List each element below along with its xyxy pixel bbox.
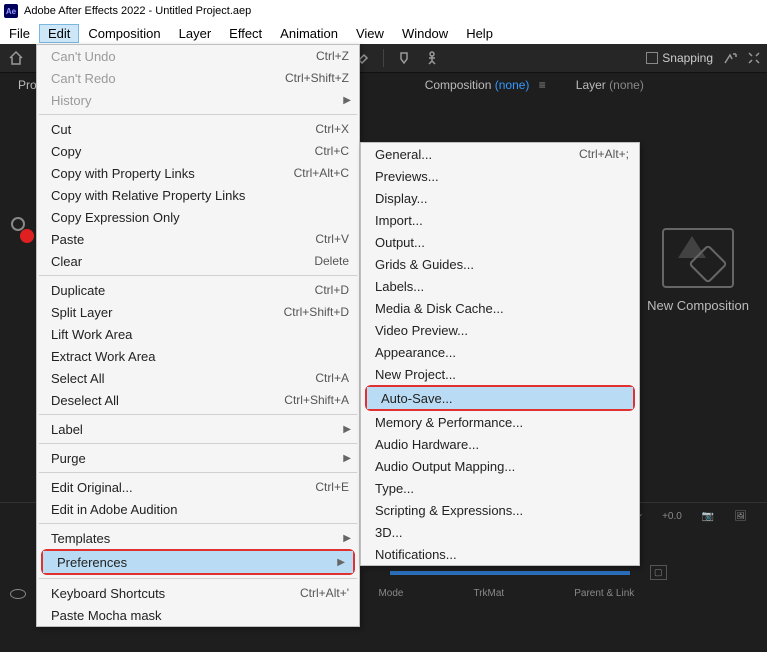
snap-edge-icon[interactable] <box>723 51 737 65</box>
menu-keyboard-shortcuts[interactable]: Keyboard ShortcutsCtrl+Alt+' <box>37 582 359 604</box>
menu-view[interactable]: View <box>347 24 393 43</box>
prefs-media[interactable]: Media & Disk Cache... <box>361 297 639 319</box>
red-marker-dot <box>20 229 34 243</box>
menu-separator <box>39 523 357 524</box>
prefs-3d[interactable]: 3D... <box>361 521 639 543</box>
app-icon: Ae <box>4 4 18 18</box>
prefs-memory[interactable]: Memory & Performance... <box>361 411 639 433</box>
menu-file[interactable]: File <box>0 24 39 43</box>
col-mode[interactable]: Mode <box>378 588 403 599</box>
prefs-notifications[interactable]: Notifications... <box>361 543 639 565</box>
menu-select-all[interactable]: Select AllCtrl+A <box>37 367 359 389</box>
eye-visibility-icon[interactable] <box>10 589 26 599</box>
menu-layer[interactable]: Layer <box>170 24 221 43</box>
menu-copy-relative-property-links[interactable]: Copy with Relative Property Links <box>37 184 359 206</box>
snapshot-icon[interactable]: 🖼 <box>734 511 747 522</box>
menu-help[interactable]: Help <box>457 24 502 43</box>
new-composition-label: New Composition <box>647 298 749 313</box>
panel-collapse-icon[interactable]: ▢ <box>650 565 667 580</box>
home-icon[interactable] <box>6 48 26 68</box>
prefs-grids[interactable]: Grids & Guides... <box>361 253 639 275</box>
menu-separator <box>39 472 357 473</box>
snap-expand-icon[interactable] <box>747 51 761 65</box>
toolbar-separator <box>383 49 384 67</box>
preferences-submenu: General...Ctrl+Alt+; Previews... Display… <box>360 142 640 566</box>
prefs-audio-hardware[interactable]: Audio Hardware... <box>361 433 639 455</box>
prefs-import[interactable]: Import... <box>361 209 639 231</box>
highlight-preferences: Preferences▶ <box>41 549 355 575</box>
prefs-video[interactable]: Video Preview... <box>361 319 639 341</box>
menu-duplicate[interactable]: DuplicateCtrl+D <box>37 279 359 301</box>
snapping-checkbox[interactable] <box>646 52 658 64</box>
menu-templates[interactable]: Templates▶ <box>37 527 359 549</box>
prefs-labels[interactable]: Labels... <box>361 275 639 297</box>
menu-cut[interactable]: CutCtrl+X <box>37 118 359 140</box>
menu-edit-original[interactable]: Edit Original...Ctrl+E <box>37 476 359 498</box>
menu-lift-work-area[interactable]: Lift Work Area <box>37 323 359 345</box>
prefs-newproject[interactable]: New Project... <box>361 363 639 385</box>
chevron-right-icon: ▶ <box>343 95 351 106</box>
menu-purge[interactable]: Purge▶ <box>37 447 359 469</box>
chevron-right-icon: ▶ <box>337 557 345 568</box>
title-bar: Ae Adobe After Effects 2022 - Untitled P… <box>0 0 767 22</box>
menu-separator <box>39 414 357 415</box>
prefs-appearance[interactable]: Appearance... <box>361 341 639 363</box>
menu-separator <box>39 275 357 276</box>
menu-history[interactable]: History▶ <box>37 89 359 111</box>
roto-tool-icon[interactable] <box>394 48 414 68</box>
menu-label[interactable]: Label▶ <box>37 418 359 440</box>
new-composition-button[interactable]: New Composition <box>647 228 749 313</box>
menu-separator <box>39 578 357 579</box>
prefs-previews[interactable]: Previews... <box>361 165 639 187</box>
menu-window[interactable]: Window <box>393 24 457 43</box>
menu-preferences[interactable]: Preferences▶ <box>43 551 353 573</box>
menu-extract-work-area[interactable]: Extract Work Area <box>37 345 359 367</box>
menu-edit[interactable]: Edit <box>39 24 79 43</box>
menu-bar: File Edit Composition Layer Effect Anima… <box>0 22 767 44</box>
menu-separator <box>39 443 357 444</box>
prefs-scripting[interactable]: Scripting & Expressions... <box>361 499 639 521</box>
tab-layer[interactable]: Layer (none) <box>576 78 644 92</box>
edit-menu-dropdown: Can't UndoCtrl+Z Can't RedoCtrl+Shift+Z … <box>36 44 360 627</box>
menu-redo[interactable]: Can't RedoCtrl+Shift+Z <box>37 67 359 89</box>
menu-undo[interactable]: Can't UndoCtrl+Z <box>37 45 359 67</box>
menu-composition[interactable]: Composition <box>79 24 169 43</box>
col-trkmat[interactable]: TrkMat <box>473 588 504 599</box>
prefs-type[interactable]: Type... <box>361 477 639 499</box>
menu-effect[interactable]: Effect <box>220 24 271 43</box>
menu-separator <box>39 114 357 115</box>
highlight-autosave: Auto-Save... <box>365 385 635 411</box>
snapping-toggle[interactable]: Snapping <box>646 51 713 65</box>
menu-paste-mocha[interactable]: Paste Mocha mask <box>37 604 359 626</box>
menu-paste[interactable]: PasteCtrl+V <box>37 228 359 250</box>
menu-animation[interactable]: Animation <box>271 24 347 43</box>
menu-copy[interactable]: CopyCtrl+C <box>37 140 359 162</box>
chevron-right-icon: ▶ <box>343 533 351 544</box>
prefs-output[interactable]: Output... <box>361 231 639 253</box>
snapping-label: Snapping <box>662 51 713 65</box>
menu-edit-audition[interactable]: Edit in Adobe Audition <box>37 498 359 520</box>
puppet-tool-icon[interactable] <box>422 48 442 68</box>
prefs-autosave[interactable]: Auto-Save... <box>367 387 633 409</box>
chevron-right-icon: ▶ <box>343 424 351 435</box>
menu-copy-property-links[interactable]: Copy with Property LinksCtrl+Alt+C <box>37 162 359 184</box>
new-composition-icon <box>662 228 734 288</box>
prefs-audio-output[interactable]: Audio Output Mapping... <box>361 455 639 477</box>
menu-copy-expression-only[interactable]: Copy Expression Only <box>37 206 359 228</box>
rotation-value[interactable]: +0.0 <box>662 511 682 522</box>
prefs-display[interactable]: Display... <box>361 187 639 209</box>
prefs-general[interactable]: General...Ctrl+Alt+; <box>361 143 639 165</box>
chevron-right-icon: ▶ <box>343 453 351 464</box>
col-parent[interactable]: Parent & Link <box>574 588 634 599</box>
menu-split-layer[interactable]: Split LayerCtrl+Shift+D <box>37 301 359 323</box>
menu-deselect-all[interactable]: Deselect AllCtrl+Shift+A <box>37 389 359 411</box>
menu-clear[interactable]: ClearDelete <box>37 250 359 272</box>
timeline-bar[interactable] <box>390 571 630 575</box>
tab-composition[interactable]: Composition (none) ≡ <box>425 78 546 92</box>
window-title: Adobe After Effects 2022 - Untitled Proj… <box>24 5 251 17</box>
camera-icon[interactable]: 📷 <box>702 511 714 522</box>
